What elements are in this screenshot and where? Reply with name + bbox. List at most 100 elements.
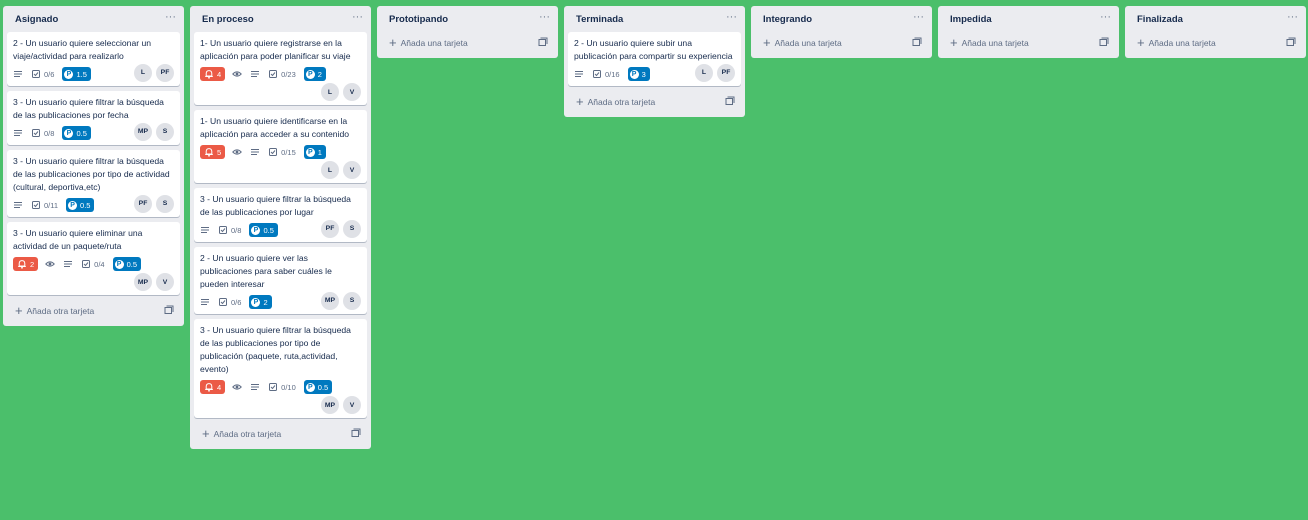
list-title[interactable]: Integrando	[763, 14, 812, 25]
list-header: Integrando ···	[755, 6, 928, 32]
avatar[interactable]: V	[343, 83, 361, 101]
card-template-icon[interactable]	[725, 96, 735, 108]
card-badges: 0/8 P 0.5	[13, 125, 134, 141]
avatar[interactable]: PF	[156, 63, 174, 82]
list-title[interactable]: Prototipando	[389, 14, 448, 25]
card-template-icon[interactable]	[538, 37, 548, 49]
card-members: MP S	[321, 291, 361, 310]
description-icon	[13, 198, 23, 212]
add-card-button[interactable]: + Añada una tarjeta	[381, 32, 554, 54]
list-impedida: Impedida ··· + Añada una tarjeta	[938, 6, 1119, 58]
checklist-count: 0/16	[605, 69, 620, 79]
avatar[interactable]: L	[321, 161, 339, 179]
ellipsis-icon[interactable]: ···	[165, 12, 176, 25]
checklist-icon	[592, 69, 602, 79]
avatar[interactable]: PF	[321, 219, 339, 238]
card[interactable]: 3 - Un usuario quiere filtrar la búsqued…	[194, 319, 367, 418]
ellipsis-icon[interactable]: ···	[726, 12, 737, 25]
avatar[interactable]: MP	[134, 273, 152, 291]
list-header: En proceso ···	[194, 6, 367, 32]
avatar[interactable]: S	[156, 194, 174, 213]
avatar[interactable]: V	[156, 273, 174, 291]
card[interactable]: 2 - Un usuario quiere seleccionar un via…	[7, 32, 180, 86]
avatar[interactable]: S	[156, 122, 174, 141]
avatar[interactable]: S	[343, 291, 361, 310]
card[interactable]: 3 - Un usuario quiere filtrar la búsqued…	[194, 188, 367, 242]
plus-icon: +	[389, 35, 397, 50]
card-title: 1- Un usuario quiere registrarse en la a…	[200, 38, 351, 61]
card[interactable]: 2 - Un usuario quiere subir una publicac…	[568, 32, 741, 86]
card[interactable]: 1- Un usuario quiere identificarse en la…	[194, 110, 367, 183]
checklist-badge: 0/6	[218, 295, 241, 309]
avatar[interactable]: MP	[321, 291, 339, 310]
add-card-button[interactable]: + Añada otra tarjeta	[194, 423, 367, 445]
board: Asignado ··· 2 - Un usuario quiere selecci…	[3, 6, 1306, 449]
avatar[interactable]: PF	[717, 63, 735, 82]
avatar[interactable]: L	[134, 63, 152, 82]
list-prototipando: Prototipando ··· + Añada una tarjeta	[377, 6, 558, 58]
list-header: Finalizada ···	[1129, 6, 1302, 32]
add-card-label: Añada una tarjeta	[1148, 38, 1216, 48]
ellipsis-icon[interactable]: ···	[352, 12, 363, 25]
avatar[interactable]: PF	[134, 194, 152, 213]
card-title: 3 - Un usuario quiere filtrar la búsqued…	[13, 97, 164, 120]
list-integrando: Integrando ··· + Añada una tarjeta	[751, 6, 932, 58]
add-card-button[interactable]: + Añada una tarjeta	[942, 32, 1115, 54]
list-header: Impedida ···	[942, 6, 1115, 32]
card-footer-row: 0/6 P 1.5 L PF	[13, 63, 174, 82]
plus-icon: +	[576, 94, 584, 109]
checklist-badge: 0/6	[31, 67, 54, 81]
checklist-badge: 0/11	[31, 198, 58, 212]
list-title[interactable]: Terminada	[576, 14, 623, 25]
checklist-badge: 0/4	[81, 257, 105, 271]
checklist-count: 0/15	[281, 147, 296, 157]
checklist-badge: 0/10	[268, 380, 296, 394]
checklist-count: 0/8	[231, 225, 242, 235]
ellipsis-icon[interactable]: ···	[539, 12, 550, 25]
avatar[interactable]: L	[321, 83, 339, 101]
points-badge: P1	[303, 145, 326, 159]
add-card-label: Añada otra tarjeta	[213, 429, 282, 439]
points-value: 0.5	[126, 259, 138, 269]
card-template-icon[interactable]	[1286, 37, 1296, 49]
plus-icon: +	[202, 426, 210, 441]
card[interactable]: 3 - Un usuario quiere filtrar la búsqued…	[7, 91, 180, 145]
points-icon: P	[68, 200, 78, 210]
avatar[interactable]: V	[343, 161, 361, 179]
add-card-label: Añada una tarjeta	[400, 38, 468, 48]
eye-icon	[232, 145, 243, 159]
list-title[interactable]: Finalizada	[1137, 14, 1183, 25]
points-icon: P	[64, 69, 74, 79]
avatar[interactable]: V	[343, 396, 361, 414]
bell-icon	[204, 382, 214, 392]
avatar[interactable]: MP	[321, 396, 339, 414]
card-template-icon[interactable]	[164, 305, 174, 317]
card-badges: 0/16 P 3	[574, 66, 695, 82]
add-card-button[interactable]: + Añada una tarjeta	[1129, 32, 1302, 54]
card[interactable]: 3 - Un usuario quiere eliminar una activ…	[7, 222, 180, 295]
list-title[interactable]: Impedida	[950, 14, 992, 25]
card[interactable]: 2 - Un usuario quiere ver las publicacio…	[194, 247, 367, 314]
add-card-button[interactable]: + Añada otra tarjeta	[568, 91, 741, 113]
description-icon	[63, 257, 73, 271]
list-title[interactable]: Asignado	[15, 14, 58, 25]
card[interactable]: 3 - Un usuario quiere filtrar la búsqued…	[7, 150, 180, 217]
add-card-button[interactable]: + Añada una tarjeta	[755, 32, 928, 54]
card-badges: 2 0/4 P 0.5	[13, 256, 174, 272]
checklist-count: 0/11	[44, 200, 59, 210]
card-template-icon[interactable]	[1099, 37, 1109, 49]
card-template-icon[interactable]	[912, 37, 922, 49]
card-badges: 5 0/15 P 1	[200, 144, 361, 160]
card[interactable]: 1- Un usuario quiere registrarse en la a…	[194, 32, 367, 105]
ellipsis-icon[interactable]: ···	[1100, 12, 1111, 25]
checklist-count: 0/6	[231, 297, 242, 307]
card-footer-row: 0/16 P 3 L PF	[574, 63, 735, 82]
card-template-icon[interactable]	[351, 428, 361, 440]
ellipsis-icon[interactable]: ···	[1287, 12, 1298, 25]
ellipsis-icon[interactable]: ···	[913, 12, 924, 25]
avatar[interactable]: MP	[134, 122, 152, 141]
avatar[interactable]: S	[343, 219, 361, 238]
add-card-button[interactable]: + Añada otra tarjeta	[7, 300, 180, 322]
list-title[interactable]: En proceso	[202, 14, 254, 25]
avatar[interactable]: L	[695, 63, 713, 82]
